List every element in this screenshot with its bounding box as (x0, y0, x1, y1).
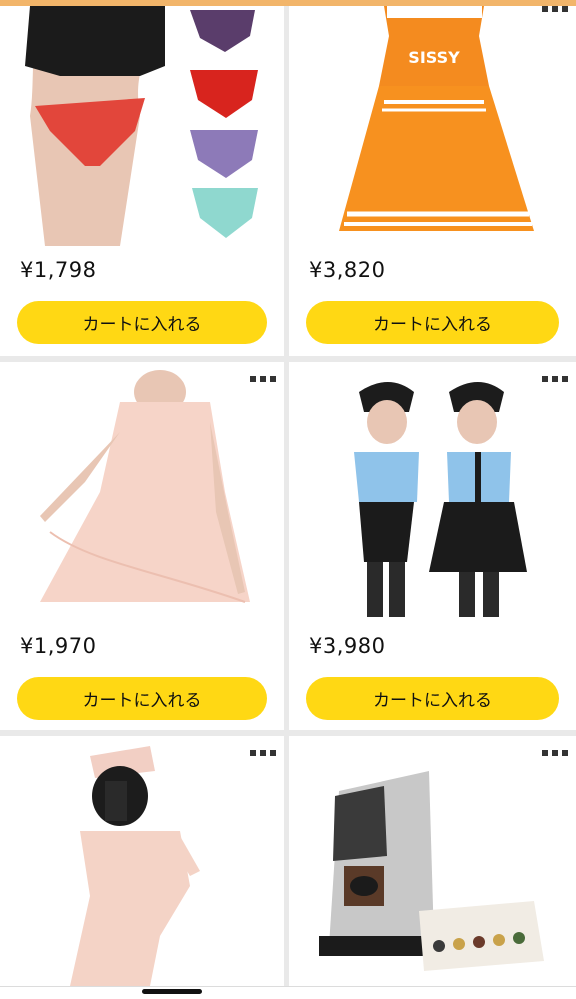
add-to-cart-button[interactable]: カートに入れる (17, 301, 267, 344)
dress-logo-text: SISSY (408, 48, 460, 67)
more-options-icon[interactable] (542, 750, 568, 756)
product-card[interactable]: ¥1,798 カートに入れる (0, 6, 284, 356)
product-price: ¥1,970 (20, 634, 97, 658)
cheerleader-dress-product-image[interactable]: SISSY (289, 6, 576, 246)
add-to-cart-button[interactable]: カートに入れる (17, 677, 267, 720)
lingerie-panties-product-image[interactable] (0, 6, 284, 246)
add-to-cart-button[interactable]: カートに入れる (306, 677, 559, 720)
product-card[interactable] (0, 736, 284, 986)
product-price: ¥3,820 (309, 258, 386, 282)
nurse-costume-product-image[interactable] (0, 736, 284, 986)
product-card[interactable]: SISSY ¥3,820 カートに入れる (289, 6, 576, 356)
product-card[interactable] (289, 736, 576, 986)
more-options-icon[interactable] (250, 376, 276, 382)
more-options-icon[interactable] (250, 750, 276, 756)
product-grid: ¥1,798 カートに入れる SISSY ¥3,820 カートに入れる ¥1,9… (0, 0, 576, 998)
product-card[interactable]: ¥3,980 カートに入れる (289, 362, 576, 730)
police-costume-product-image[interactable] (289, 362, 576, 617)
home-indicator[interactable] (142, 989, 202, 994)
more-options-icon[interactable] (542, 376, 568, 382)
product-price: ¥1,798 (20, 258, 97, 282)
pink-babydoll-dress-product-image[interactable] (0, 362, 284, 617)
bottom-bar (0, 986, 576, 999)
product-card[interactable]: ¥1,970 カートに入れる (0, 362, 284, 730)
more-options-icon[interactable] (542, 6, 568, 12)
nespresso-coffee-machine-product-image[interactable] (289, 736, 576, 986)
add-to-cart-button[interactable]: カートに入れる (306, 301, 559, 344)
product-price: ¥3,980 (309, 634, 386, 658)
